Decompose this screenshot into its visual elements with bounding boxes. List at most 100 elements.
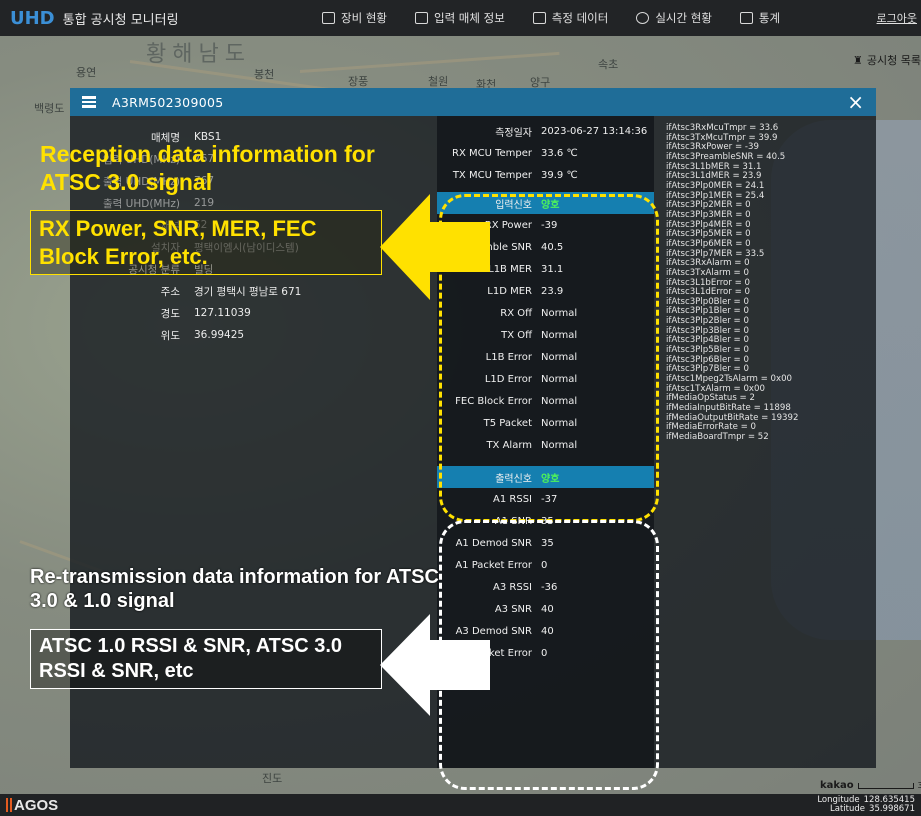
map-road bbox=[299, 51, 560, 73]
nav-realtime-status[interactable]: 실시간 현황 bbox=[622, 0, 726, 36]
station-list-label: 공시청 목록 bbox=[866, 54, 921, 67]
tower-icon: ♜ bbox=[853, 53, 863, 67]
map-label: 속초 bbox=[598, 58, 619, 71]
nav-label: 측정 데이터 bbox=[551, 11, 609, 25]
measurement-value: 40 bbox=[541, 603, 554, 615]
measurement-row: A1 RSSI -37 bbox=[437, 488, 654, 510]
measurement-label: A3 RSSI bbox=[493, 581, 532, 593]
info-key: 경도 bbox=[160, 307, 180, 320]
map-attribution: kakao 32k bbox=[820, 780, 921, 791]
measurement-label: L1B Error bbox=[485, 351, 532, 363]
brand-logo: UHD bbox=[10, 7, 55, 29]
map-label: 철원 bbox=[428, 75, 449, 88]
section-header: 출력신호 양호 bbox=[437, 466, 654, 488]
clock-icon bbox=[636, 12, 650, 24]
measurement-row: A3 RSSI -36 bbox=[437, 576, 654, 598]
map-label: 장풍 bbox=[348, 75, 369, 88]
measurement-value: 35 bbox=[541, 537, 554, 549]
measurement-label: FEC Block Error bbox=[455, 395, 532, 407]
top-navigation-bar: UHD 통합 공시청 모니터링 장비 현황 입력 매체 정보 측정 데이터 실시… bbox=[0, 0, 921, 36]
measurement-value: 33.6 ℃ bbox=[541, 147, 578, 159]
measurement-row: T5 Packet Normal bbox=[437, 412, 654, 434]
info-value: 127.11039 bbox=[194, 307, 251, 319]
coordinate-readout: Longitude 128.635415 Latitude 35.998671 bbox=[817, 796, 915, 814]
measurement-value: Normal bbox=[541, 373, 578, 385]
measurement-row: RX MCU Temper 33.6 ℃ bbox=[437, 142, 654, 164]
dialog-header: A3RM502309005 × bbox=[70, 88, 876, 116]
nav-label: 통계 bbox=[758, 11, 781, 25]
nav-equipment-status[interactable]: 장비 현황 bbox=[308, 0, 401, 36]
raw-parameter-list: ifAtsc3RxMcuTmpr = 33.6 ifAtsc3TxMcuTmpr … bbox=[666, 123, 866, 443]
measurement-row: A1 SNR 35 bbox=[437, 510, 654, 532]
info-value: 경기 평택시 평남로 671 bbox=[194, 285, 302, 298]
info-row: 경도 127.11039 bbox=[100, 302, 410, 324]
info-key: 출력 UHD(MHz) bbox=[103, 197, 180, 210]
map-label: 봉천 bbox=[254, 68, 275, 81]
measurement-value: Normal bbox=[541, 307, 578, 319]
measurement-label: L1D Error bbox=[484, 373, 532, 385]
latitude-value: 35.998671 bbox=[869, 804, 915, 814]
measurement-row: TX Off Normal bbox=[437, 324, 654, 346]
measurement-value: -37 bbox=[541, 493, 558, 505]
measurement-value: 0 bbox=[541, 647, 548, 659]
nav-input-media-info[interactable]: 입력 매체 정보 bbox=[401, 0, 519, 36]
measurement-label: A1 RSSI bbox=[493, 493, 532, 505]
nav-label: 장비 현황 bbox=[341, 11, 387, 25]
measurement-value: -36 bbox=[541, 581, 558, 593]
bottom-status-bar: AGOS Longitude 128.635415 Latitude 35.9986… bbox=[0, 794, 921, 816]
measurement-value: 40 bbox=[541, 625, 554, 637]
media-icon bbox=[414, 12, 428, 24]
measurement-value: Normal bbox=[541, 395, 578, 407]
nav-statistics[interactable]: 통계 bbox=[726, 0, 794, 36]
measurement-value: Normal bbox=[541, 417, 578, 429]
info-key: 주소 bbox=[160, 285, 180, 298]
measurement-row: L1D Error Normal bbox=[437, 368, 654, 390]
raw-parameter-line: ifMediaBoardTmpr = 52 bbox=[666, 432, 769, 442]
main-nav: 장비 현황 입력 매체 정보 측정 데이터 실시간 현황 통계 bbox=[308, 0, 794, 36]
station-list-button[interactable]: ♜ 공시청 목록 bbox=[853, 52, 921, 68]
measurement-label: A1 SNR bbox=[494, 515, 532, 527]
measurement-label: 측정일자 bbox=[495, 127, 532, 139]
statistics-icon bbox=[739, 12, 753, 24]
measurement-label: RX Off bbox=[500, 307, 532, 319]
nav-measurement-data[interactable]: 측정 데이터 bbox=[519, 0, 623, 36]
measurement-label: A1 Packet Error bbox=[455, 559, 532, 571]
kakao-logo: kakao bbox=[820, 780, 854, 791]
info-row: 주소 경기 평택시 평남로 671 bbox=[100, 280, 410, 302]
logout-link[interactable]: 로그아웃 bbox=[877, 10, 917, 26]
measurement-label: TX Off bbox=[501, 329, 532, 341]
brand[interactable]: UHD 통합 공시청 모니터링 bbox=[0, 8, 308, 29]
measurement-label: 출력신호 bbox=[495, 473, 532, 485]
measurement-value: Normal bbox=[541, 439, 578, 451]
measurement-value: 2023-06-27 13:14:36 bbox=[541, 125, 648, 137]
measurement-value: -39 bbox=[541, 219, 558, 231]
measurement-value: 35 bbox=[541, 515, 554, 527]
reception-annotation-box: RX Power, SNR, MER, FEC Block Error, etc… bbox=[30, 210, 382, 275]
measurement-value: Normal bbox=[541, 329, 578, 341]
measurement-value: 40.5 bbox=[541, 241, 564, 253]
info-row: 위도 36.99425 bbox=[100, 324, 410, 346]
measurement-value: 23.9 bbox=[541, 285, 564, 297]
close-button[interactable]: × bbox=[847, 90, 864, 114]
measurement-row: TX MCU Temper 39.9 ℃ bbox=[437, 164, 654, 186]
measurement-value: 0 bbox=[541, 559, 548, 571]
measurement-label: T5 Packet bbox=[483, 417, 532, 429]
measurement-row: TX Alarm Normal bbox=[437, 434, 654, 456]
nav-label: 입력 매체 정보 bbox=[433, 11, 505, 25]
logo-mark-icon bbox=[6, 798, 12, 812]
reception-annotation-title: Reception data information for ATSC 3.0 … bbox=[40, 141, 375, 195]
measurement-row: A1 Demod SNR 35 bbox=[437, 532, 654, 554]
measurement-row: FEC Block Error Normal bbox=[437, 390, 654, 412]
measurement-label: RX MCU Temper bbox=[452, 147, 532, 159]
map-label: 용연 bbox=[76, 66, 97, 79]
measurement-row: RX Off Normal bbox=[437, 302, 654, 324]
map-label: 진도 bbox=[262, 772, 283, 785]
dialog-title: A3RM502309005 bbox=[112, 94, 224, 110]
measurement-value: 39.9 ℃ bbox=[541, 169, 578, 181]
info-key: 위도 bbox=[160, 329, 180, 342]
signal-status: 양호 bbox=[541, 473, 560, 485]
nav-label: 실시간 현황 bbox=[655, 11, 712, 25]
measurement-label: A1 Demod SNR bbox=[455, 537, 532, 549]
agos-logo: AGOS bbox=[0, 797, 58, 814]
measurement-row: A1 Packet Error 0 bbox=[437, 554, 654, 576]
